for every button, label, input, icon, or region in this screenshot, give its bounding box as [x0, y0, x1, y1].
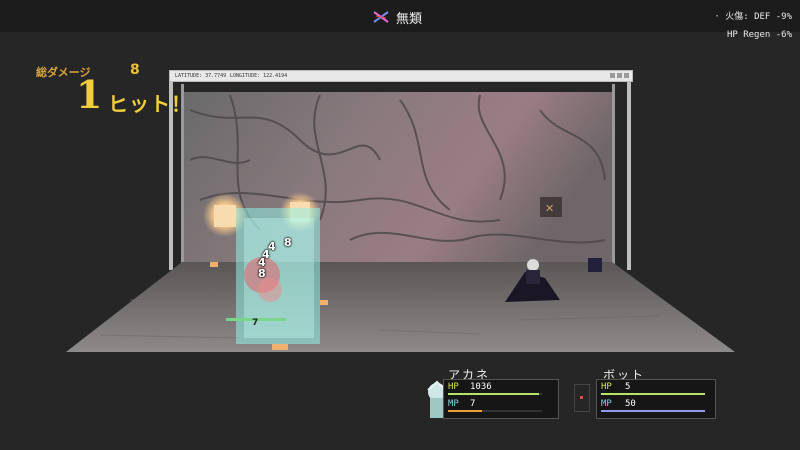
enemy-status-panel: HP 5 MP 50 — [596, 379, 716, 419]
player-mp-label: MP — [448, 399, 459, 409]
scene-window-bar: LATITUDE: 37.7749 LONGITUDE: 122.4194 — [169, 70, 633, 82]
unit-tag: 7 — [252, 318, 259, 328]
frame-inner-right — [612, 84, 615, 270]
minimize-icon[interactable] — [610, 73, 615, 78]
player-status-panel: HP 1036 MP 7 — [443, 379, 559, 419]
floor-spark-1 — [272, 344, 288, 350]
total-damage-value: 8 — [130, 62, 140, 78]
enemy-hp-bar — [601, 393, 705, 395]
damage-popup: 8 — [284, 236, 292, 249]
player-mp-bar — [448, 410, 482, 412]
close-icon[interactable] — [624, 73, 629, 78]
damage-popup: 8 — [258, 267, 266, 280]
enemy-hp-value: 5 — [625, 382, 631, 392]
floor-spark-3 — [210, 262, 218, 267]
enemy-mp-bar — [601, 410, 705, 412]
lantern-left — [214, 205, 236, 227]
wall-emblem-mark: ✕ — [545, 202, 554, 215]
player-mp-value: 7 — [470, 399, 476, 409]
enemy-mp-track — [601, 410, 705, 412]
player-hp-value: 1036 — [470, 382, 492, 392]
target-indicator — [574, 384, 590, 412]
stone-floor — [66, 262, 735, 352]
enemy-mp-value: 50 — [625, 399, 636, 409]
player-hp-track — [448, 393, 542, 395]
enemy-marker — [588, 258, 602, 272]
player-hp-label: HP — [448, 382, 459, 392]
window-controls — [610, 73, 629, 78]
longitude-readout: LONGITUDE: 122.4194 — [230, 73, 288, 79]
enemy-hp-label: HP — [601, 382, 612, 392]
frame-post-right — [627, 80, 631, 270]
latitude-readout: LATITUDE: 37.7749 — [175, 73, 227, 79]
enemy-mp-label: MP — [601, 399, 612, 409]
player-mp-track — [448, 410, 542, 412]
enemy-hp-track — [601, 393, 705, 395]
hit-label: ヒット！ — [108, 92, 192, 116]
floor-spark-2 — [320, 300, 328, 305]
target-dot-icon — [580, 396, 583, 399]
player-hp-bar — [448, 393, 540, 395]
hit-count: 1 — [76, 72, 103, 117]
hit-particle-effect — [236, 208, 320, 344]
maximize-icon[interactable] — [617, 73, 622, 78]
